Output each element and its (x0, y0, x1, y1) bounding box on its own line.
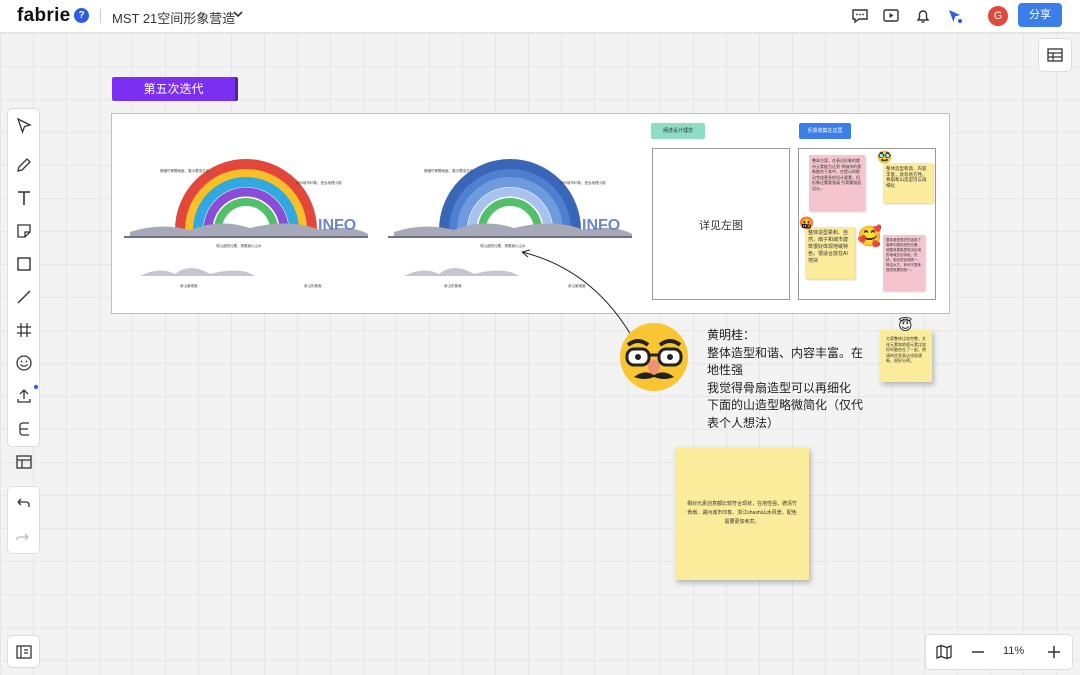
upload-icon[interactable] (13, 385, 35, 407)
zoom-out-icon[interactable] (968, 642, 988, 662)
app-logo[interactable]: fabrie (17, 5, 71, 27)
minimap-icon[interactable] (934, 642, 954, 662)
upload-indicator-dot (34, 385, 38, 389)
disguise-face-emoji-icon[interactable] (620, 323, 688, 391)
sticky-note-small[interactable]: 方案整体比较完整，文化元素和地理元素比较好的融合在了一起，德清的信息表达也很清晰… (880, 330, 932, 382)
zoom-in-icon[interactable] (1044, 642, 1064, 662)
concept-box-text: 详见左图 (699, 220, 743, 232)
rectangle-icon[interactable] (13, 253, 35, 275)
iteration-label[interactable]: 第五次迭代 (112, 77, 235, 101)
line-icon[interactable] (13, 286, 35, 308)
page-panel-button[interactable] (7, 635, 40, 668)
layers-icon (1047, 48, 1063, 62)
help-icon[interactable]: ? (74, 8, 89, 23)
feedback-note[interactable]: 整体造型柔和、自然，扇子和城市建筑很好体现地域特色，很适合放在AI地块 (805, 227, 855, 279)
history-controls (7, 486, 40, 554)
comment-line: 整体造型和谐、内容丰富。在地性强 (707, 345, 864, 378)
top-bar: fabrie ? MST 21空间形象营造 G 分享 (0, 0, 1080, 33)
share-button[interactable]: 分享 (1018, 3, 1062, 27)
notification-bell-icon[interactable] (913, 6, 933, 26)
comment-line: 我觉得骨扇造型可以再细化 (707, 380, 852, 395)
feedback-note[interactable]: 整体方案，在表达形象的都市元素能力达到 将城市的意象融合于其中，在提示的推动完成… (809, 155, 865, 211)
svg-text:INFO: INFO (582, 217, 620, 234)
disguise-emoji-icon: 🥸 (877, 150, 892, 164)
heart-eyes-emoji-icon: 🥰 (857, 226, 882, 248)
zoom-controls: 11% (925, 634, 1073, 670)
design-image-left[interactable]: INFO 微缩竹骨蜀扇面，展示蜀滇文化 湖州城市印象，把合地理小镇 瑞山曲阳元素… (120, 158, 370, 288)
connector-icon[interactable] (13, 418, 35, 440)
cursing-emoji-icon: 🤬 (799, 216, 814, 230)
design-concept-tag[interactable]: 阐述设计理念 (651, 123, 705, 139)
frame-icon[interactable] (13, 319, 35, 341)
design-annotation: 亲山景观面 (180, 284, 198, 288)
sticky-note-large[interactable]: 相对元素创意都比较符合现状，在地性强，德清竹骨扇、湖州城市印象、浙江shashi… (675, 447, 809, 580)
zoom-level[interactable]: 11% (1003, 645, 1024, 657)
feedback-tag[interactable]: 反馈收集在这里 (799, 123, 851, 139)
design-annotation: 亲山形象面 (304, 284, 322, 288)
user-avatar[interactable]: G (988, 6, 1008, 26)
design-annotation: 亲山形象面 (444, 284, 462, 288)
document-title[interactable]: MST 21空间形象营造 (112, 8, 235, 27)
select-icon[interactable] (13, 115, 35, 137)
divider (100, 9, 101, 23)
reviewer-comment[interactable]: 黄明桂： 整体造型和谐、内容丰富。在地性强 我觉得骨扇造型可以再细化 下面的山造… (707, 327, 872, 432)
concept-box[interactable]: 详见左图 (652, 148, 790, 300)
design-annotation: 微缩竹骨蜀扇面，展示蜀滇文化 (160, 169, 209, 173)
pen-icon[interactable] (13, 154, 35, 176)
layers-panel-button[interactable] (1038, 38, 1072, 72)
design-annotation: 瑞山曲阳元素，勇敢面以山水 (216, 244, 262, 248)
sticky-note-icon[interactable] (13, 220, 35, 242)
design-annotation: 微缩竹骨蜀扇面，展示蜀滇文化 (424, 169, 473, 173)
fan-design-colorful: INFO (124, 159, 368, 276)
chevron-down-icon[interactable] (232, 8, 244, 20)
cursor-follow-icon[interactable] (945, 6, 965, 26)
sticky-note-text: 方案整体比较完整，文化元素和地理元素比较好的融合在了一起，德清的信息表达也很清晰… (886, 336, 926, 363)
halo-emoji-icon: 😇 (898, 317, 913, 333)
redo-icon[interactable] (12, 526, 34, 548)
comment-icon[interactable] (850, 6, 870, 26)
feedback-box[interactable]: 整体方案，在表达形象的都市元素能力达到 将城市的意象融合于其中，在提示的推动完成… (798, 148, 936, 300)
comment-author: 黄明桂： (707, 328, 756, 342)
feedback-note[interactable]: 整体造型很好的运用了各种中国传统的元素，使整体更能表现出区域的地域文化特色。形状… (883, 235, 925, 291)
sticky-note-text: 相对元素创意都比较符合现状，在地性强，德清竹骨扇、湖州城市印象、浙江shashi… (686, 501, 797, 525)
comment-line: 下面的山造型略微简化（仅代表个人想法） (707, 398, 864, 430)
sidebar-toggle-icon (16, 645, 32, 659)
svg-text:INFO: INFO (318, 217, 356, 234)
feedback-note[interactable]: 整体造型和谐、内容丰富，具有地方性。骨扇和山造型可以再细化 (883, 163, 933, 203)
design-annotation: 湖州城市印象，把合地理小镇 (560, 181, 606, 185)
emoji-icon[interactable] (13, 352, 35, 374)
left-toolbar (7, 108, 40, 469)
present-icon[interactable] (881, 6, 901, 26)
table-icon[interactable] (13, 451, 35, 473)
text-icon[interactable] (13, 187, 35, 209)
design-annotation: 湖州城市印象，把合地理小镇 (296, 181, 342, 185)
undo-icon[interactable] (12, 493, 34, 515)
